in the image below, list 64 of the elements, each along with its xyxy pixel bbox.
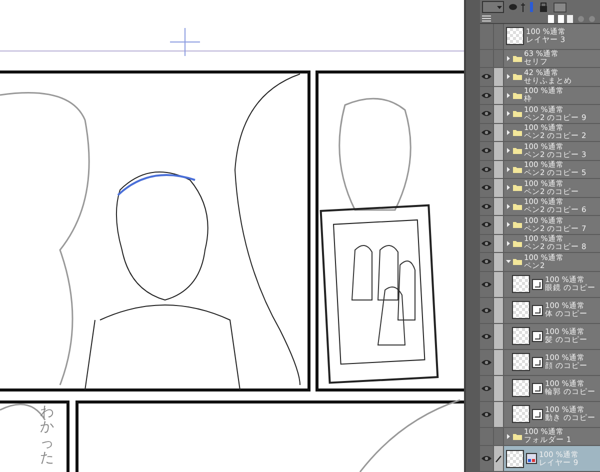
eye-icon: [481, 184, 492, 192]
folder-icon: [513, 110, 522, 118]
eye-icon: [481, 110, 492, 118]
folder-icon: [513, 166, 522, 173]
collapsed-arrow-icon[interactable]: [506, 204, 511, 209]
eye-icon: [481, 73, 492, 80]
folder-icon: [513, 128, 522, 136]
collapsed-arrow-icon[interactable]: [506, 148, 511, 154]
handwritten-text: わかった: [40, 405, 54, 467]
layer-mask-icon: [532, 382, 543, 394]
collapsed-arrow-icon[interactable]: [506, 92, 511, 98]
collapsed-arrow-icon[interactable]: [506, 74, 511, 80]
collapsed-arrow-icon[interactable]: [506, 111, 511, 116]
canvas[interactable]: わかった: [0, 0, 466, 472]
eye-icon: [481, 258, 492, 266]
pen-icon: [495, 454, 502, 462]
eye-icon: [481, 221, 492, 228]
layer-thumbnail: [512, 327, 530, 345]
layer-mask-icon: [532, 408, 543, 420]
collapsed-arrow-icon[interactable]: [506, 185, 511, 190]
eye-icon: [481, 280, 492, 288]
folder-icon: [513, 432, 522, 440]
folder-icon: [513, 240, 522, 247]
folder-icon: [513, 73, 522, 80]
expanded-arrow-icon[interactable]: [506, 259, 511, 264]
eye-icon: [481, 92, 492, 99]
eye-icon: [481, 384, 492, 392]
eye-icon: [481, 455, 492, 462]
folder-icon: [513, 221, 522, 228]
eye-icon: [481, 306, 492, 314]
collapsed-arrow-icon[interactable]: [506, 130, 511, 135]
eye-icon: [481, 410, 492, 418]
eye-icon: [481, 147, 492, 154]
menu-icon[interactable]: [482, 15, 491, 22]
eye-icon: [481, 332, 492, 340]
folder-icon: [513, 54, 522, 62]
color-swatch-icon: [526, 453, 537, 464]
folder-icon: [513, 92, 522, 99]
eye-icon: [481, 202, 492, 210]
collapsed-arrow-icon[interactable]: [506, 222, 511, 228]
layer-thumbnail: [512, 301, 530, 319]
eye-icon: [481, 166, 492, 173]
layer-thumbnail: [512, 275, 530, 293]
layer-mask-icon: [532, 278, 543, 290]
layer-mask-icon: [532, 304, 543, 316]
layer-mask-icon: [532, 356, 543, 368]
blend-mode-dropdown[interactable]: [482, 1, 504, 14]
layer-mask-icon: [532, 330, 543, 342]
collapsed-arrow-icon[interactable]: [506, 166, 511, 172]
layer-thumbnail: [506, 450, 524, 468]
eye-icon: [481, 128, 492, 136]
eye-icon: [481, 240, 492, 247]
layer-thumbnail: [512, 405, 530, 423]
folder-icon: [513, 147, 522, 154]
layer-thumbnail: [512, 379, 530, 397]
layer-thumbnail: [512, 353, 530, 371]
collapsed-arrow-icon[interactable]: [506, 434, 511, 439]
layer-thumbnail: [506, 27, 524, 45]
collapsed-arrow-icon[interactable]: [506, 56, 511, 61]
folder-icon: [513, 258, 522, 266]
collapsed-arrow-icon[interactable]: [506, 240, 511, 246]
folder-icon: [513, 184, 522, 192]
folder-icon: [513, 202, 522, 210]
eye-icon: [481, 358, 492, 366]
